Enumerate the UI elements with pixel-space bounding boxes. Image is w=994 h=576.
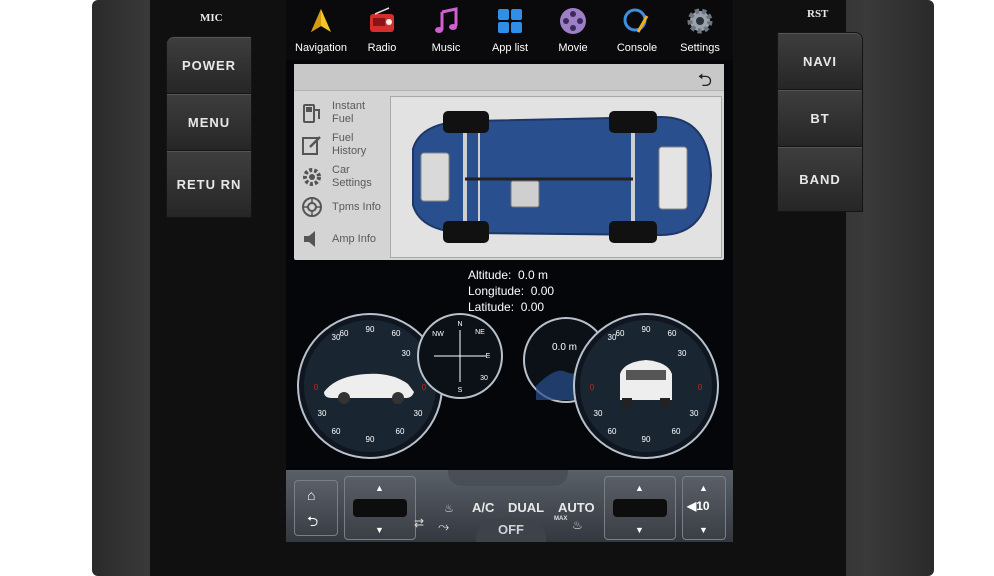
- rear-defrost-icon[interactable]: ♨: [444, 502, 454, 515]
- climate-control-bar: ⌂ ⮌ ▲ ▼ A/C DUAL AUTO ♨ ⇄ ⤳ OFF MAX ♨ ▲ …: [286, 470, 733, 542]
- band-button[interactable]: BAND: [777, 146, 863, 212]
- right-temp-control: ▲ ▼: [604, 476, 676, 540]
- svg-text:30: 30: [402, 349, 411, 358]
- car-info-panel: ⮌ Instant Fuel Fuel History Car Settings Tp…: [294, 64, 724, 260]
- svg-text:60: 60: [616, 329, 625, 338]
- head-unit-screen: Navigation Radio Music App list Movie Co…: [286, 0, 733, 542]
- menu-instant-fuel[interactable]: Instant Fuel: [300, 98, 392, 128]
- nav-navigation[interactable]: Navigation: [289, 4, 353, 60]
- fuel-pump-icon: [303, 104, 320, 123]
- svg-text:30: 30: [594, 409, 603, 418]
- svg-text:60: 60: [672, 427, 681, 436]
- svg-text:0: 0: [590, 383, 595, 392]
- svg-text:60: 60: [396, 427, 405, 436]
- right-temp-down[interactable]: ▼: [635, 525, 644, 535]
- svg-text:30: 30: [690, 409, 699, 418]
- navigation-icon: [311, 9, 331, 32]
- front-defrost-icon[interactable]: ♨: [572, 518, 583, 532]
- max-label: MAX: [554, 516, 568, 522]
- nav-movie[interactable]: Movie: [541, 4, 605, 60]
- altitude-readout: Altitude: 0.0 m: [468, 268, 549, 282]
- car-diagram: [390, 96, 722, 258]
- nav-app-list[interactable]: App list: [478, 4, 542, 60]
- svg-text:S: S: [458, 387, 463, 394]
- back-arrow-icon[interactable]: ⮌: [698, 68, 712, 98]
- svg-text:NW: NW: [432, 331, 444, 338]
- return-button[interactable]: RETU RN: [166, 150, 252, 218]
- edit-note-icon: [302, 136, 321, 155]
- volume-display: ◀10: [687, 499, 710, 513]
- left-temp-display: [353, 499, 407, 517]
- dual-button[interactable]: DUAL: [508, 500, 544, 515]
- svg-text:60: 60: [608, 427, 617, 436]
- home-back-group: ⌂ ⮌: [294, 480, 338, 536]
- settings-icon: [687, 8, 713, 34]
- compass-gauge: N E S NE NW 30: [417, 313, 503, 399]
- svg-text:60: 60: [332, 427, 341, 436]
- off-button[interactable]: OFF: [476, 518, 546, 542]
- power-button[interactable]: POWER: [166, 36, 252, 94]
- volume-down[interactable]: ▼: [699, 525, 708, 535]
- bt-button[interactable]: BT: [777, 89, 863, 147]
- navi-button[interactable]: NAVI: [777, 32, 863, 90]
- radio-icon: [370, 7, 394, 32]
- tire-icon: [302, 197, 322, 217]
- airflow-seat-icon[interactable]: ⤳: [438, 518, 449, 535]
- menu-car-settings[interactable]: Car Settings: [300, 162, 392, 192]
- recirculation-icon[interactable]: ⇄: [414, 516, 424, 530]
- app-list-icon: [498, 9, 522, 33]
- svg-text:0: 0: [698, 383, 703, 392]
- nav-music[interactable]: Music: [414, 4, 478, 60]
- svg-text:90: 90: [366, 325, 375, 334]
- menu-button[interactable]: MENU: [166, 93, 252, 151]
- svg-text:30: 30: [480, 375, 488, 382]
- longitude-readout: Longitude: 0.00: [468, 284, 555, 298]
- volume-control: ▲ ◀10 ▼: [682, 476, 726, 540]
- svg-text:60: 60: [392, 329, 401, 338]
- svg-text:90: 90: [642, 435, 651, 444]
- left-temp-down[interactable]: ▼: [375, 525, 384, 535]
- home-icon[interactable]: ⌂: [307, 487, 315, 503]
- gear-icon: [303, 168, 321, 186]
- svg-text:N: N: [457, 321, 462, 328]
- movie-icon: [560, 8, 586, 34]
- right-temp-display: [613, 499, 667, 517]
- svg-text:90: 90: [366, 435, 375, 444]
- right-temp-up[interactable]: ▲: [635, 483, 644, 493]
- svg-text:NE: NE: [475, 329, 485, 336]
- app-nav-bar: Navigation Radio Music App list Movie Co…: [286, 0, 733, 60]
- svg-text:E: E: [486, 353, 491, 360]
- music-icon: [435, 7, 458, 33]
- nav-radio[interactable]: Radio: [350, 4, 414, 60]
- svg-text:30: 30: [414, 409, 423, 418]
- console-icon: [623, 8, 649, 33]
- svg-text:60: 60: [340, 329, 349, 338]
- svg-text:30: 30: [678, 349, 687, 358]
- left-temp-control: ▲ ▼: [344, 476, 416, 540]
- mic-label: MIC: [200, 12, 223, 24]
- speaker-volume-icon: ◀: [687, 499, 697, 513]
- left-temp-up[interactable]: ▲: [375, 483, 384, 493]
- speaker-icon: [304, 231, 315, 247]
- ac-button[interactable]: A/C: [472, 500, 494, 515]
- auto-button[interactable]: AUTO: [558, 500, 595, 515]
- pitch-gauge: 30 60 90 60 30 0 0 30 60 90 60 30: [573, 313, 719, 459]
- fan-speed-indicator[interactable]: [448, 470, 568, 486]
- menu-fuel-history[interactable]: Fuel History: [300, 130, 392, 160]
- back-circle-icon[interactable]: ⮌: [307, 511, 318, 535]
- menu-amp-info[interactable]: Amp Info: [300, 224, 392, 254]
- svg-text:90: 90: [642, 325, 651, 334]
- nav-console[interactable]: Console: [605, 4, 669, 60]
- nav-settings[interactable]: Settings: [668, 4, 732, 60]
- volume-up[interactable]: ▲: [699, 483, 708, 493]
- rst-label: RST: [807, 8, 829, 20]
- panel-header: ⮌: [294, 64, 724, 91]
- svg-text:0: 0: [314, 383, 319, 392]
- menu-tpms-info[interactable]: Tpms Info: [300, 192, 392, 222]
- svg-text:30: 30: [318, 409, 327, 418]
- svg-text:60: 60: [668, 329, 677, 338]
